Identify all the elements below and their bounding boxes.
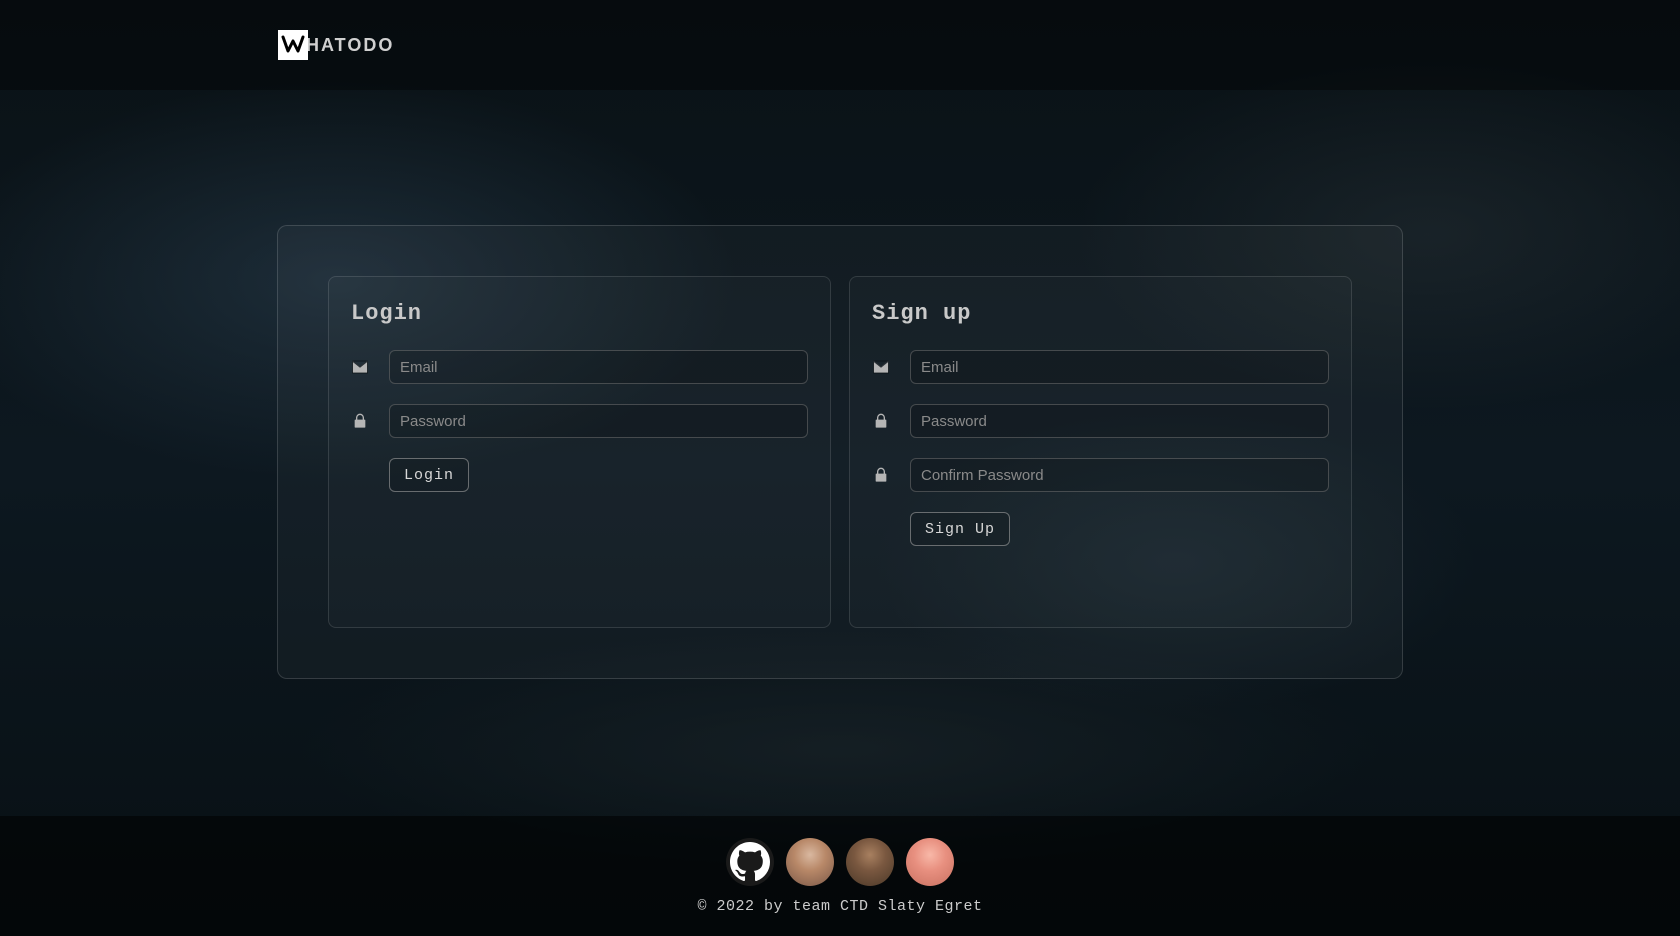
login-password-input[interactable] (389, 404, 808, 438)
copyright-text: © 2022 by team CTD Slaty Egret (697, 898, 982, 915)
envelope-icon (351, 358, 369, 376)
lock-icon (351, 412, 369, 430)
lock-icon (872, 412, 890, 430)
logo-mark-icon (278, 30, 308, 60)
footer: © 2022 by team CTD Slaty Egret (0, 816, 1680, 936)
signup-button[interactable]: Sign Up (910, 512, 1010, 546)
team-member-avatar-2[interactable] (846, 838, 894, 886)
header: HATODO (0, 0, 1680, 90)
github-icon (730, 842, 770, 882)
lock-icon (872, 466, 890, 484)
team-avatars (726, 838, 954, 886)
signup-password-input[interactable] (910, 404, 1329, 438)
signup-password-row (872, 404, 1329, 438)
team-member-avatar-1[interactable] (786, 838, 834, 886)
login-card: Login Login (328, 276, 831, 628)
signup-button-row: Sign Up (872, 512, 1329, 546)
signup-card: Sign up Sign Up (849, 276, 1352, 628)
login-button[interactable]: Login (389, 458, 469, 492)
brand-logo[interactable]: HATODO (278, 30, 394, 60)
login-email-input[interactable] (389, 350, 808, 384)
team-member-avatar-3[interactable] (906, 838, 954, 886)
github-link[interactable] (726, 838, 774, 886)
login-email-row (351, 350, 808, 384)
signup-confirm-input[interactable] (910, 458, 1329, 492)
signup-email-input[interactable] (910, 350, 1329, 384)
signup-title: Sign up (872, 301, 1329, 326)
brand-name: HATODO (306, 35, 394, 56)
login-button-row: Login (351, 458, 808, 492)
login-password-row (351, 404, 808, 438)
signup-confirm-row (872, 458, 1329, 492)
login-title: Login (351, 301, 808, 326)
auth-container: Login Login Sign up (277, 225, 1403, 679)
envelope-icon (872, 358, 890, 376)
main-content: Login Login Sign up (0, 90, 1680, 679)
signup-email-row (872, 350, 1329, 384)
